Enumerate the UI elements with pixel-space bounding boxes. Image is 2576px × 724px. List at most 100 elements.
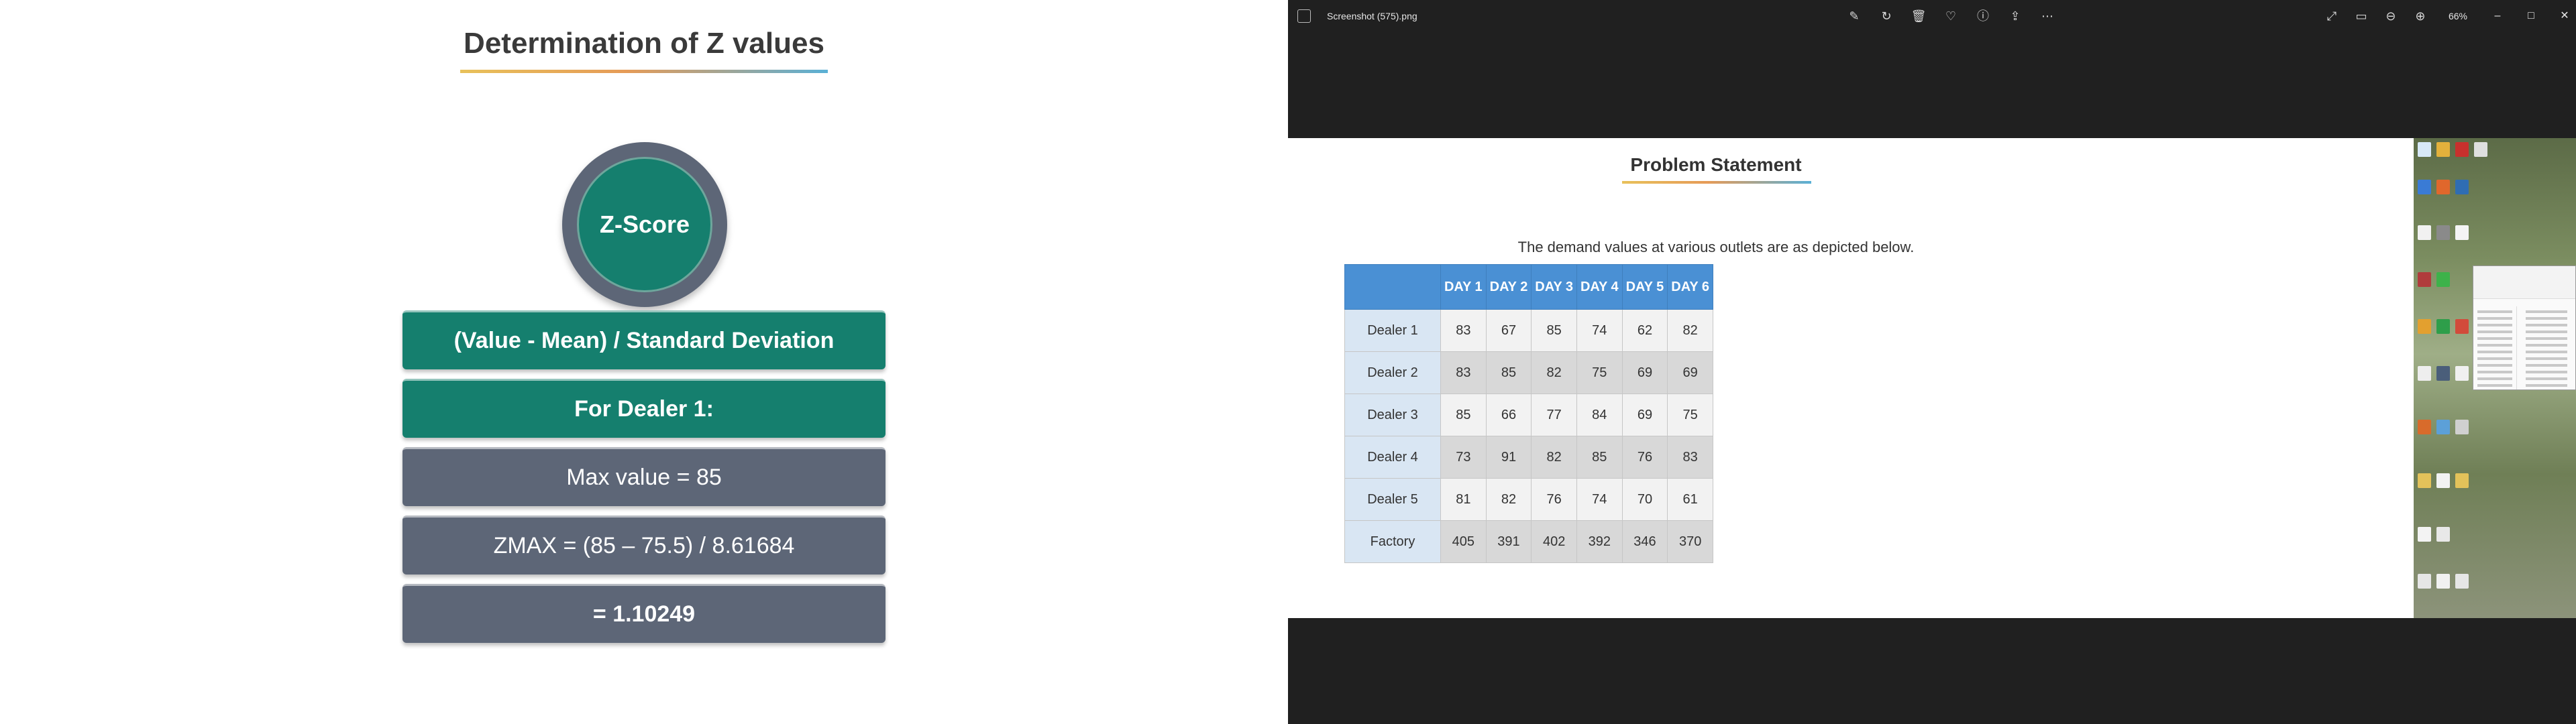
maximize-button[interactable]: □ [2520,7,2542,25]
explorer-ribbon [2473,266,2575,299]
table-cell: 85 [1485,351,1532,394]
edit-icon[interactable]: ✎ [1845,7,1864,25]
table-cell: 392 [1576,520,1623,563]
desktop-icon[interactable] [2436,574,2450,589]
delete-icon[interactable]: 🗑 [1909,7,1928,25]
desktop-icon[interactable] [2418,272,2431,287]
column-header: DAY 2 [1485,264,1532,310]
table-cell: 91 [1485,436,1532,479]
desktop-icon[interactable] [2418,473,2431,488]
more-icon[interactable]: ⋯ [2038,7,2057,25]
formula-box: (Value - Mean) / Standard Deviation [402,310,885,369]
desktop-icon[interactable] [2418,420,2431,434]
desktop-icon[interactable] [2455,574,2469,589]
zmax-result-box: = 1.10249 [402,584,885,643]
table-cell: 61 [1667,478,1713,521]
viewer-filename: Screenshot (575).png [1327,11,1417,21]
column-header: DAY 6 [1667,264,1713,310]
desktop-icon[interactable] [2436,473,2450,488]
share-icon[interactable]: ⇪ [2006,7,2025,25]
desktop-background [2414,138,2576,618]
desktop-icon[interactable] [2436,319,2450,334]
desktop-icon[interactable] [2436,527,2450,542]
table-cell: 82 [1531,436,1577,479]
row-label: Dealer 3 [1344,394,1441,436]
desktop-icon[interactable] [2418,574,2431,589]
explorer-file-list [2522,306,2571,391]
desktop-icon[interactable] [2418,225,2431,240]
table-cell: 69 [1621,394,1668,436]
desktop-icon[interactable] [2418,319,2431,334]
table-cell: 85 [1440,394,1487,436]
demand-table: DAY 1 DAY 2 DAY 3 DAY 4 DAY 5 DAY 6 Deal… [1344,264,1713,563]
table-cell: 66 [1485,394,1532,436]
desktop-icon[interactable] [2418,527,2431,542]
desktop-icon[interactable] [2455,366,2469,381]
desktop-icon[interactable] [2418,366,2431,381]
desktop-icon[interactable] [2455,319,2469,334]
column-header: DAY 3 [1531,264,1577,310]
table-cell: 82 [1485,478,1532,521]
table-header-row: DAY 1 DAY 2 DAY 3 DAY 4 DAY 5 DAY 6 [1344,264,1713,310]
table-cell: 69 [1621,351,1668,394]
problem-statement-subtitle: The demand values at various outlets are… [1517,239,1915,255]
desktop-icon[interactable] [2436,366,2450,381]
table-cell: 76 [1621,436,1668,479]
desktop-icon[interactable] [2455,420,2469,434]
table-row: Factory 405 391 402 392 346 370 [1344,520,1713,563]
favorite-icon[interactable]: ♡ [1941,7,1960,25]
viewer-toolbar: ✎ ↻ 🗑 ♡ ⓘ ⇪ ⋯ [1845,7,2057,25]
table-cell: 82 [1531,351,1577,394]
table-cell: 405 [1440,520,1487,563]
desktop-icon[interactable] [2436,225,2450,240]
file-icon[interactable] [1297,9,1311,23]
file-explorer-window[interactable] [2473,265,2576,390]
desktop-icon[interactable] [2418,180,2431,194]
table-cell: 70 [1621,478,1668,521]
column-header: DAY 5 [1621,264,1668,310]
table-cell: 73 [1440,436,1487,479]
row-label: Dealer 2 [1344,351,1441,394]
desktop-icon[interactable] [2418,142,2431,157]
zvalue-slide: Determination of Z values Z-Score (Value… [0,0,1288,724]
minimize-button[interactable]: – [2486,7,2509,25]
desktop-icon[interactable] [2436,180,2450,194]
corner-header [1344,264,1441,310]
rotate-icon[interactable]: ↻ [1877,7,1896,25]
desktop-icon[interactable] [2436,272,2450,287]
zoom-out-icon[interactable]: ⊖ [2381,7,2400,25]
table-cell: 391 [1485,520,1532,563]
desktop-icon[interactable] [2455,180,2469,194]
fit-icon[interactable]: ▭ [2352,7,2371,25]
problem-statement-title: Problem Statement [1630,154,1802,175]
zmax-formula-box: ZMAX = (85 – 75.5) / 8.61684 [402,516,885,575]
table-cell: 83 [1667,436,1713,479]
desktop-icon[interactable] [2436,420,2450,434]
slide-title: Determination of Z values [464,27,824,60]
desktop-icon[interactable] [2455,142,2469,157]
dealer-heading-box: For Dealer 1: [402,379,885,438]
desktop-icon[interactable] [2474,142,2487,157]
table-cell: 74 [1576,309,1623,352]
info-icon[interactable]: ⓘ [1974,7,1992,25]
table-cell: 402 [1531,520,1577,563]
fullscreen-icon[interactable]: ⤢ [2322,7,2341,25]
desktop-icon[interactable] [2455,225,2469,240]
table-cell: 77 [1531,394,1577,436]
table-cell: 82 [1667,309,1713,352]
table-row: Dealer 2 83 85 82 75 69 69 [1344,351,1713,394]
table-row: Dealer 1 83 67 85 74 62 82 [1344,309,1713,352]
close-button[interactable]: ✕ [2553,7,2576,25]
zoom-in-icon[interactable]: ⊕ [2411,7,2430,25]
table-cell: 76 [1531,478,1577,521]
desktop-icon[interactable] [2436,142,2450,157]
zoom-level[interactable]: 66% [2449,11,2467,21]
table-cell: 67 [1485,309,1532,352]
table-cell: 83 [1440,309,1487,352]
table-cell: 85 [1531,309,1577,352]
table-cell: 75 [1576,351,1623,394]
explorer-nav-pane [2473,306,2517,389]
table-cell: 84 [1576,394,1623,436]
table-cell: 74 [1576,478,1623,521]
desktop-icon[interactable] [2455,473,2469,488]
